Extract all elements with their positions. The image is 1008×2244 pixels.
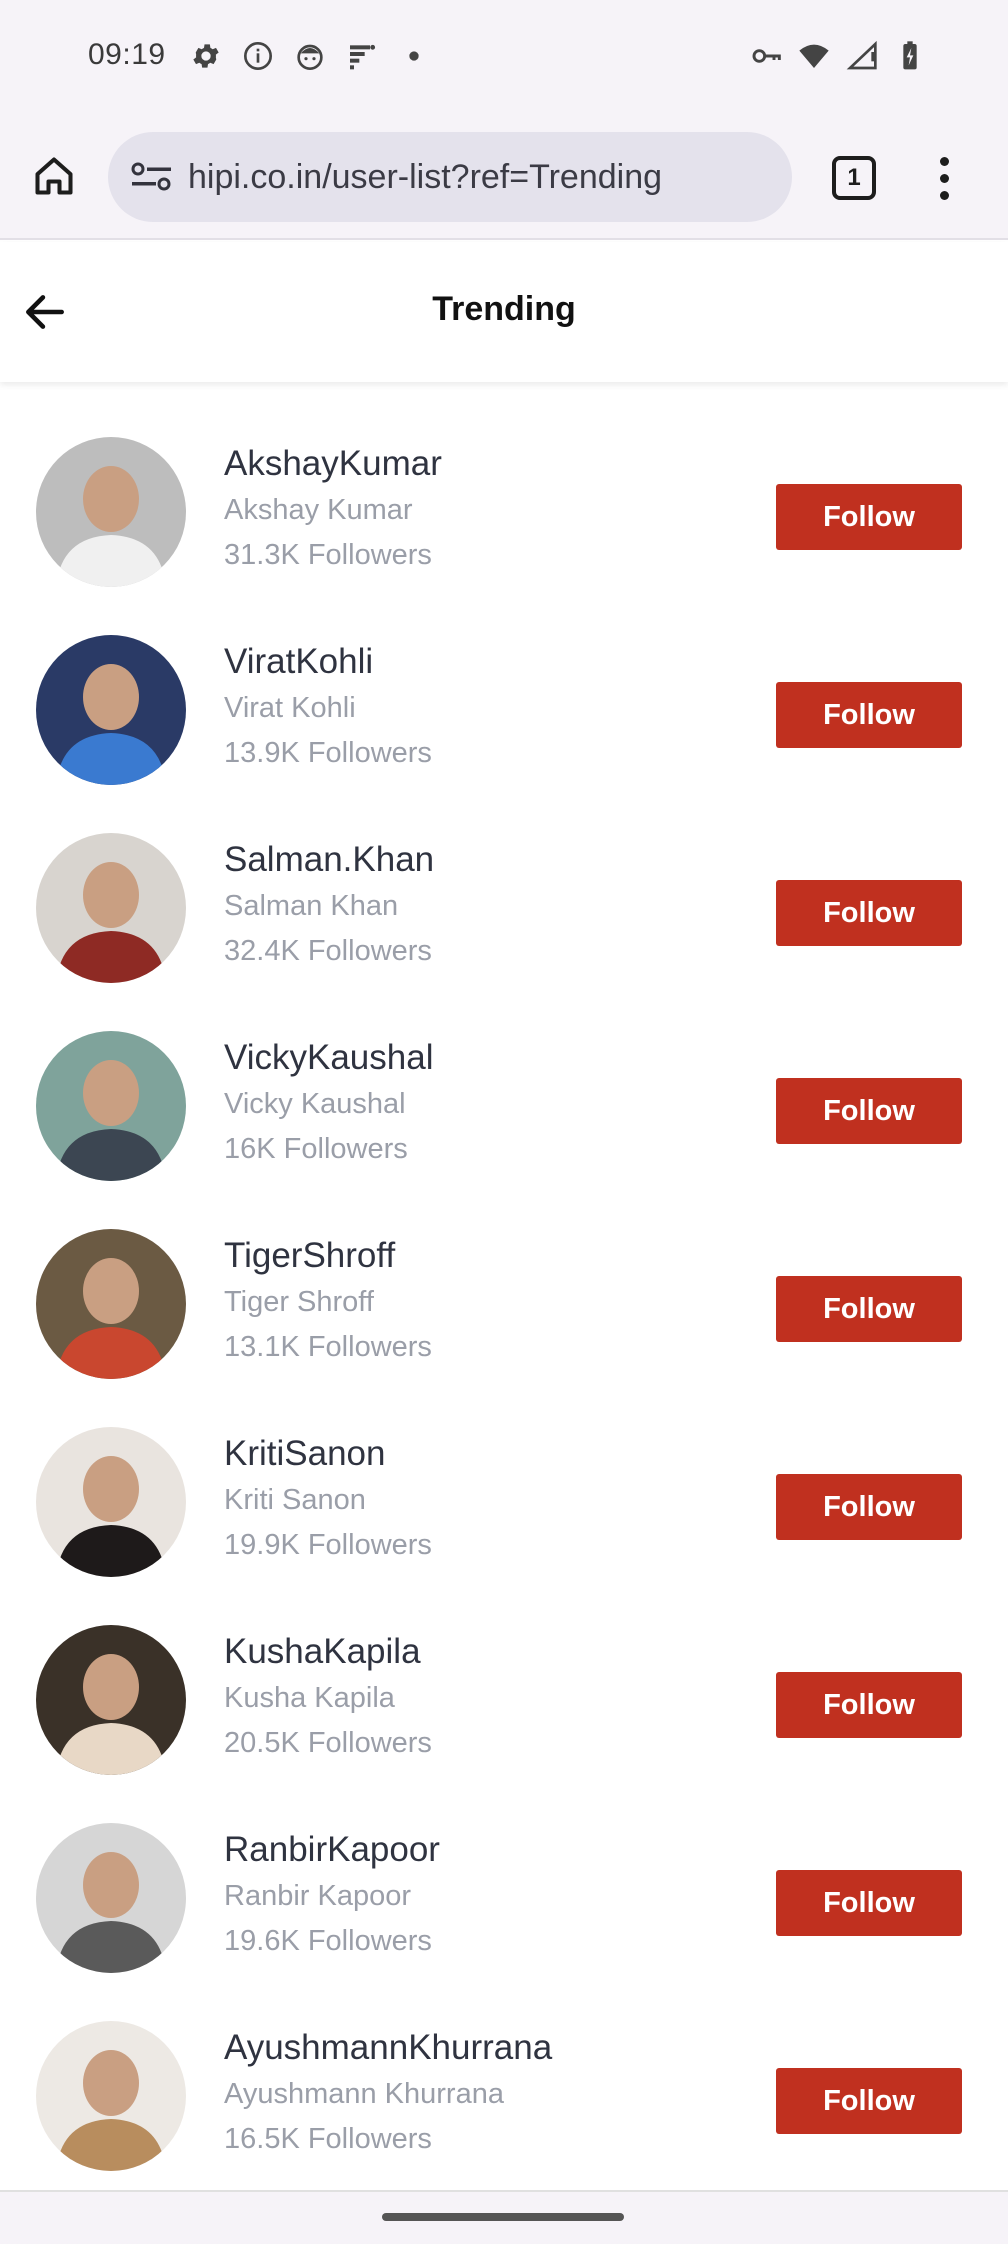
settings-icon: [190, 40, 222, 72]
user-display-name: Kriti Sanon: [224, 1484, 366, 1516]
avatar[interactable]: [36, 1031, 186, 1181]
avatar-image: [36, 1031, 186, 1181]
follow-button[interactable]: Follow: [776, 880, 962, 946]
follow-button[interactable]: Follow: [776, 1672, 962, 1738]
user-handle[interactable]: AyushmannKhurrana: [224, 2028, 552, 2068]
home-icon: [35, 157, 73, 195]
follower-count: 16K Followers: [224, 1133, 408, 1165]
info-icon: [242, 40, 274, 72]
list-item[interactable]: AkshayKumar Akshay Kumar 31.3K Followers…: [0, 382, 1008, 587]
gesture-handle[interactable]: [382, 2213, 624, 2221]
key-icon: [750, 40, 782, 72]
list-item[interactable]: ViratKohli Virat Kohli 13.9K Followers F…: [0, 580, 1008, 785]
page-title: Trending: [432, 290, 576, 328]
follower-count: 19.9K Followers: [224, 1529, 432, 1561]
user-handle[interactable]: RanbirKapoor: [224, 1830, 440, 1870]
wifi-icon: [798, 40, 830, 72]
follow-button[interactable]: Follow: [776, 1474, 962, 1540]
avatar-image: [36, 1427, 186, 1577]
address-bar[interactable]: hipi.co.in/user-list?ref=Trending: [108, 132, 792, 222]
avatar-image: [36, 1823, 186, 1973]
list-item[interactable]: Salman.Khan Salman Khan 32.4K Followers …: [0, 778, 1008, 983]
browser-toolbar: hipi.co.in/user-list?ref=Trending 1: [0, 116, 1008, 240]
follower-count: 16.5K Followers: [224, 2123, 432, 2155]
follower-count: 13.9K Followers: [224, 737, 432, 769]
follower-count: 32.4K Followers: [224, 935, 432, 967]
list-item[interactable]: TigerShroff Tiger Shroff 13.1K Followers…: [0, 1174, 1008, 1379]
url-text[interactable]: hipi.co.in/user-list?ref=Trending: [188, 158, 662, 197]
signal-bars-icon: [346, 40, 378, 72]
follow-button[interactable]: Follow: [776, 2068, 962, 2134]
browser-menu-button[interactable]: [920, 146, 968, 210]
user-display-name: Akshay Kumar: [224, 494, 413, 526]
avatar[interactable]: [36, 635, 186, 785]
user-handle[interactable]: AkshayKumar: [224, 444, 442, 484]
list-item[interactable]: RanbirKapoor Ranbir Kapoor 19.6K Followe…: [0, 1768, 1008, 1973]
avatar-image: [36, 833, 186, 983]
user-display-name: Vicky Kaushal: [224, 1088, 406, 1120]
face-icon: [294, 40, 326, 72]
follow-button[interactable]: Follow: [776, 682, 962, 748]
cell-signal-icon: [846, 40, 878, 72]
avatar[interactable]: [36, 1427, 186, 1577]
tab-switcher-button[interactable]: 1: [832, 156, 876, 200]
dot-icon: [398, 40, 430, 72]
avatar-image: [36, 1229, 186, 1379]
list-item[interactable]: AyushmannKhurrana Ayushmann Khurrana 16.…: [0, 1966, 1008, 2171]
avatar-image: [36, 635, 186, 785]
avatar-image: [36, 2021, 186, 2171]
avatar[interactable]: [36, 1229, 186, 1379]
page-header: Trending: [0, 242, 1008, 382]
list-item[interactable]: KritiSanon Kriti Sanon 19.9K Followers F…: [0, 1372, 1008, 1577]
follow-button[interactable]: Follow: [776, 484, 962, 550]
user-display-name: Salman Khan: [224, 890, 399, 922]
avatar[interactable]: [36, 437, 186, 587]
follow-button[interactable]: Follow: [776, 1870, 962, 1936]
avatar-image: [36, 437, 186, 587]
follower-count: 19.6K Followers: [224, 1925, 432, 1957]
status-icons-left: [190, 40, 430, 72]
avatar[interactable]: [36, 2021, 186, 2171]
user-display-name: Ranbir Kapoor: [224, 1880, 411, 1912]
follower-count: 13.1K Followers: [224, 1331, 432, 1363]
avatar[interactable]: [36, 833, 186, 983]
user-handle[interactable]: Salman.Khan: [224, 840, 434, 880]
user-display-name: Ayushmann Khurrana: [224, 2078, 504, 2110]
avatar-image: [36, 1625, 186, 1775]
list-item[interactable]: VickyKaushal Vicky Kaushal 16K Followers…: [0, 976, 1008, 1181]
status-icons-right: [750, 40, 926, 72]
follow-button[interactable]: Follow: [776, 1276, 962, 1342]
battery-icon: [894, 40, 926, 72]
follower-count: 20.5K Followers: [224, 1727, 432, 1759]
avatar[interactable]: [36, 1823, 186, 1973]
user-handle[interactable]: KritiSanon: [224, 1434, 385, 1474]
user-display-name: Virat Kohli: [224, 692, 356, 724]
home-button[interactable]: [28, 150, 80, 202]
user-display-name: Kusha Kapila: [224, 1682, 395, 1714]
user-handle[interactable]: VickyKaushal: [224, 1038, 433, 1078]
status-time: 09:19: [88, 38, 166, 71]
site-settings-icon[interactable]: [130, 159, 174, 195]
avatar[interactable]: [36, 1625, 186, 1775]
status-bar: 09:19: [0, 0, 1008, 116]
user-handle[interactable]: ViratKohli: [224, 642, 373, 682]
more-vert-icon: [939, 156, 949, 166]
follower-count: 31.3K Followers: [224, 539, 432, 571]
follow-button[interactable]: Follow: [776, 1078, 962, 1144]
user-handle[interactable]: TigerShroff: [224, 1236, 395, 1276]
user-handle[interactable]: KushaKapila: [224, 1632, 421, 1672]
user-display-name: Tiger Shroff: [224, 1286, 374, 1318]
list-item[interactable]: KushaKapila Kusha Kapila 20.5K Followers…: [0, 1570, 1008, 1775]
